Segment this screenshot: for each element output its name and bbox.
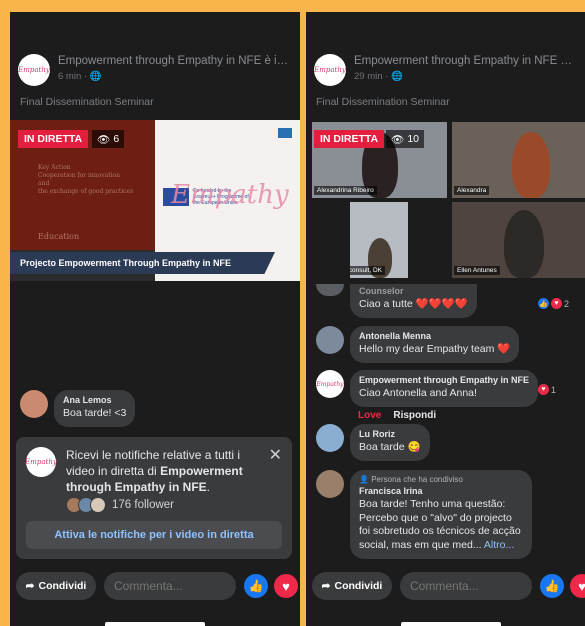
right-screen: Empathy Empowerment through Empathy in N…	[306, 12, 585, 626]
slide-text: Key Action Cooperation for innovation an…	[38, 164, 134, 196]
post-header: Empathy Empowerment through Empathy in N…	[18, 52, 292, 88]
notification-text: Ricevi le notifiche relative a tutti i v…	[66, 448, 243, 495]
video-tile: Jolande, ed-consult, DK	[350, 202, 408, 278]
comment-bubble[interactable]: Antonella Menna Hello my dear Empathy te…	[350, 326, 520, 363]
like-icon[interactable]: 👍	[244, 574, 268, 598]
video-tile: Alexandra	[452, 122, 585, 198]
comment-text: Boa tarde 😋	[359, 441, 421, 453]
reaction-count[interactable]: ♥ 1	[538, 384, 556, 395]
avatar[interactable]	[316, 470, 344, 498]
globe-icon: 🌐	[89, 71, 102, 82]
follower-count: 176 follower	[112, 499, 175, 511]
avatar	[90, 497, 106, 513]
video-tile: Ellen Antunes	[452, 202, 585, 278]
live-badge: IN DIRETTA	[18, 130, 89, 148]
empathy-logo: Empathy	[171, 180, 289, 210]
comment-author[interactable]: Counselor	[359, 286, 468, 296]
comment-text: Boa tarde! <3	[63, 407, 127, 419]
participant-image	[504, 210, 544, 278]
more-link[interactable]: Altro...	[484, 539, 514, 551]
slide-text-education: Education	[38, 232, 80, 241]
comment: 👤 Persona che ha condiviso Francisca Iri…	[316, 470, 532, 559]
viewer-count: 👁 6	[92, 130, 125, 148]
comment-actions: Love Rispondi	[350, 410, 538, 421]
sharer-tag: 👤 Persona che ha condiviso	[359, 475, 463, 484]
share-icon: ➦	[321, 580, 331, 592]
heart-icon: ♥	[551, 298, 562, 309]
share-button[interactable]: ➦ Condividi	[16, 572, 96, 600]
participant-name: Alexandra	[454, 186, 490, 195]
comment-text: Boa tarde! Tenho uma questão: Percebo qu…	[359, 498, 521, 551]
comment-author[interactable]: Antonella Menna	[359, 331, 510, 341]
share-icon: ➦	[25, 580, 35, 592]
live-badge: IN DIRETTA	[314, 130, 385, 148]
avatar[interactable]	[316, 424, 344, 452]
post-header: Empathy Empowerment through Empathy in N…	[314, 52, 577, 88]
comment-author[interactable]: Ana Lemos	[63, 395, 126, 405]
notification-card: Empathy Ricevi le notifiche relative a t…	[16, 437, 292, 559]
close-icon[interactable]: ✕	[269, 445, 282, 465]
page-avatar[interactable]: Empathy	[18, 54, 50, 86]
page-avatar[interactable]: Empathy	[316, 370, 344, 398]
avatar[interactable]	[316, 326, 344, 354]
project-banner: Projecto Empowerment Through Empathy in …	[10, 252, 275, 274]
comment: Ana Lemos Boa tarde! <3	[20, 390, 136, 427]
comment-author[interactable]: Lu Roriz	[359, 429, 421, 439]
comment-input[interactable]	[400, 572, 532, 600]
eye-icon: 👁	[97, 133, 111, 146]
reaction-count[interactable]: 👍 ♥ 2	[538, 298, 569, 309]
avatar[interactable]	[316, 284, 344, 296]
eye-icon: 👁	[391, 133, 405, 146]
participant-name: Jolande, ed-consult, DK	[350, 266, 386, 275]
bottom-bar: ➦Condividi 👍 ♥	[312, 572, 585, 600]
comment-author[interactable]: Francisca Irina	[359, 486, 523, 496]
post-time: 6 min · 🌐	[58, 71, 102, 82]
home-indicator	[401, 622, 501, 626]
comment-bubble[interactable]: Counselor Ciao a tutte ❤️❤️❤️❤️	[350, 284, 477, 318]
avatar[interactable]	[20, 390, 48, 418]
comment: Empathy Empowerment through Empathy in N…	[316, 370, 539, 421]
participant-image	[512, 132, 550, 198]
like-icon: 👍	[538, 298, 549, 309]
comment-text: Hello my dear Empathy team ❤️	[359, 343, 511, 355]
live-video[interactable]: Key Action Cooperation for innovation an…	[10, 120, 300, 281]
follower-summary: 176 follower	[66, 497, 174, 513]
viewer-count: 👁 10	[386, 130, 425, 148]
comment-text: Ciao Antonella and Anna!	[359, 387, 477, 399]
heart-icon[interactable]: ♥	[570, 574, 585, 598]
like-icon[interactable]: 👍	[540, 574, 564, 598]
left-screen: Empathy Empowerment through Empathy in N…	[10, 12, 300, 626]
heart-icon: ♥	[538, 384, 549, 395]
comment-author[interactable]: Empowerment through Empathy in NFE	[359, 375, 529, 385]
comment: Lu Roriz Boa tarde 😋	[316, 424, 430, 461]
home-indicator	[105, 622, 205, 626]
person-icon: 👤	[359, 475, 369, 484]
comment-text: Ciao a tutte ❤️❤️❤️❤️	[359, 298, 468, 310]
page-title[interactable]: Empowerment through Empathy in NFE è in.…	[58, 55, 292, 67]
share-button[interactable]: ➦ Condividi	[312, 572, 392, 600]
page-avatar: Empathy	[25, 447, 57, 477]
reply-action[interactable]: Rispondi	[393, 410, 436, 421]
live-video[interactable]: Alexandrina Ribeiro Alexandra Jolande, e…	[306, 120, 585, 281]
comment-bubble[interactable]: 👤 Persona che ha condiviso Francisca Iri…	[350, 470, 532, 559]
love-action[interactable]: Love	[358, 410, 381, 421]
comment-input[interactable]	[104, 572, 236, 600]
page-avatar[interactable]: Empathy	[314, 54, 346, 86]
comment: Counselor Ciao a tutte ❤️❤️❤️❤️	[316, 284, 477, 318]
globe-icon: 🌐	[390, 71, 403, 82]
page-title[interactable]: Empowerment through Empathy in NFE è in.…	[354, 55, 577, 67]
heart-icon[interactable]: ♥	[274, 574, 298, 598]
post-time: 29 min · 🌐	[354, 71, 403, 82]
participant-name: Alexandrina Ribeiro	[314, 186, 377, 195]
comment: Antonella Menna Hello my dear Empathy te…	[316, 326, 520, 363]
comment-bubble[interactable]: Lu Roriz Boa tarde 😋	[350, 424, 430, 461]
comment-bubble[interactable]: Empowerment through Empathy in NFE Ciao …	[350, 370, 539, 407]
participant-name: Ellen Antunes	[454, 266, 500, 275]
bottom-bar: ➦Condividi 👍 ♥	[16, 572, 300, 600]
post-description: Final Dissemination Seminar	[20, 96, 154, 108]
streamyard-logo-icon	[278, 128, 292, 138]
enable-live-notifications-button[interactable]: Attiva le notifiche per i video in diret…	[26, 521, 282, 549]
post-description: Final Dissemination Seminar	[316, 96, 450, 108]
comment-bubble[interactable]: Ana Lemos Boa tarde! <3	[54, 390, 136, 427]
